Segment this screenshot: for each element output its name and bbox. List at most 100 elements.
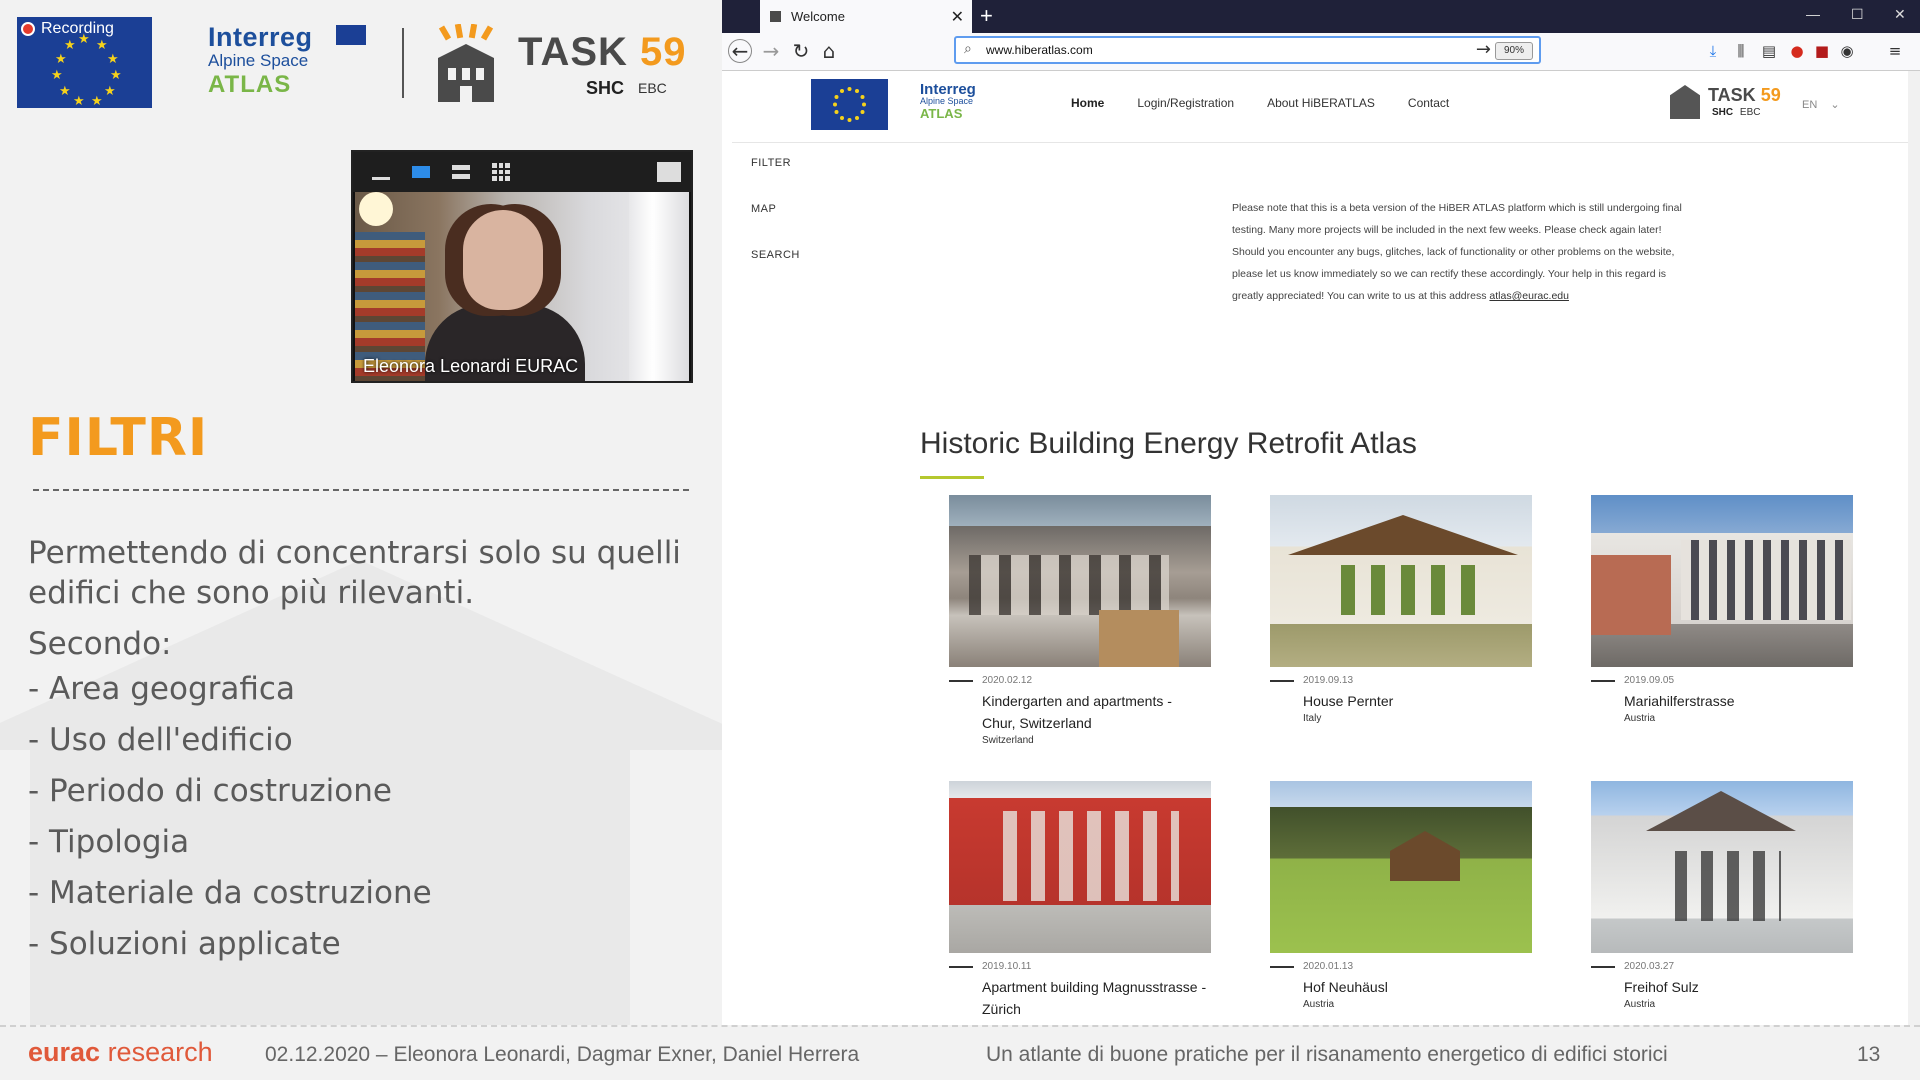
pdf-extension-icon[interactable]: ■ xyxy=(1813,42,1831,60)
gallery-view-button[interactable] xyxy=(489,162,513,182)
contact-email-link[interactable]: atlas@eurac.edu xyxy=(1489,290,1569,302)
menu-icon[interactable]: ≡ xyxy=(1886,42,1904,60)
language-selector[interactable]: EN ⌄ xyxy=(1802,98,1840,111)
site-task-label: TASK xyxy=(1708,85,1756,105)
url-bar[interactable]: ⌕ www.hiberatlas.com → 90% xyxy=(954,36,1541,64)
recording-indicator: Recording xyxy=(21,20,114,38)
tab-title: Welcome xyxy=(791,9,845,24)
project-title[interactable]: Freihof Sulz xyxy=(1624,976,1850,998)
project-country: Austria xyxy=(1624,713,1656,724)
web-page: Interreg Alpine Space ATLAS Home Login/R… xyxy=(722,71,1920,1025)
project-image[interactable] xyxy=(949,781,1211,953)
window-close-button[interactable]: ✕ xyxy=(1894,6,1906,23)
side-link-search[interactable]: SEARCH xyxy=(751,249,800,295)
slide-intro: Permettendo di concentrarsi solo su quel… xyxy=(28,535,681,611)
project-image[interactable] xyxy=(1591,495,1853,667)
popout-video-button[interactable] xyxy=(657,162,681,182)
project-date: 2019.09.13 xyxy=(1270,675,1532,686)
project-image[interactable] xyxy=(1270,495,1532,667)
side-link-filter[interactable]: FILTER xyxy=(751,157,800,203)
task-number: 59 xyxy=(640,30,687,74)
minimize-icon xyxy=(372,176,390,180)
project-date: 2019.10.11 xyxy=(949,961,1211,972)
site-task59-logo[interactable]: TASK 59 xyxy=(1708,85,1781,106)
side-link-map[interactable]: MAP xyxy=(751,203,800,249)
atlas-heading-underline xyxy=(920,476,984,479)
project-title[interactable]: House Pernter xyxy=(1303,690,1529,712)
downloads-icon[interactable]: ⤓ xyxy=(1704,42,1722,60)
side-menu: FILTER MAP SEARCH xyxy=(751,157,800,295)
go-arrow-icon[interactable]: → xyxy=(1476,39,1491,60)
task59-logo-text: TASK 59 xyxy=(518,30,687,75)
nav-about-link[interactable]: About HiBERATLAS xyxy=(1267,96,1375,110)
site-interreg-logo[interactable]: Interreg Alpine Space ATLAS xyxy=(920,81,976,121)
project-title[interactable]: Kindergarten and apartments - Chur, Swit… xyxy=(982,690,1208,734)
favicon-icon xyxy=(770,11,781,22)
project-card[interactable]: 2019.09.13 House Pernter Italy xyxy=(1270,495,1532,724)
site-task-number: 59 xyxy=(1760,85,1781,105)
video-call-window[interactable]: Eleonora Leonardi EURAC xyxy=(351,150,693,383)
interreg-eu-flag-icon xyxy=(336,25,366,45)
page-scrollbar[interactable] xyxy=(1908,71,1920,1025)
nav-contact-link[interactable]: Contact xyxy=(1408,96,1449,110)
project-date-text: 2020.02.12 xyxy=(982,675,1033,686)
project-title[interactable]: Mariahilferstrasse xyxy=(1624,690,1850,712)
site-eu-stars-icon xyxy=(833,87,866,122)
tab-welcome[interactable]: Welcome ✕ xyxy=(760,0,972,33)
project-date: 2020.01.13 xyxy=(1270,961,1532,972)
project-card[interactable]: 2019.09.05 Mariahilferstrasse Austria xyxy=(1591,495,1853,724)
site-navigation: Home Login/Registration About HiBERATLAS… xyxy=(1071,96,1482,110)
project-image[interactable] xyxy=(1591,781,1853,953)
eurac-logo-text: eurac xyxy=(28,1037,101,1067)
window-minimize-button[interactable]: — xyxy=(1806,6,1820,22)
project-card[interactable]: 2020.02.12 Kindergarten and apartments -… xyxy=(949,495,1211,746)
back-button[interactable]: ← xyxy=(728,39,752,63)
slide-page-number: 13 xyxy=(1857,1043,1881,1066)
logo-divider xyxy=(402,28,404,98)
eu-stars: ★ ★ ★ ★ ★ ★ ★ ★ ★ ★ ★ xyxy=(51,32,122,109)
project-title[interactable]: Apartment building Magnusstrasse - Züric… xyxy=(982,976,1208,1020)
library-icon[interactable]: ⫼ xyxy=(1732,42,1750,60)
project-card[interactable]: 2020.01.13 Hof Neuhäusl Austria xyxy=(1270,781,1532,1010)
shc-label: SHC xyxy=(586,78,625,98)
project-image[interactable] xyxy=(1270,781,1532,953)
new-tab-button[interactable]: + xyxy=(980,3,993,29)
project-image[interactable] xyxy=(949,495,1211,667)
nav-home-link[interactable]: Home xyxy=(1071,96,1104,110)
zoom-level-badge[interactable]: 90% xyxy=(1495,42,1533,60)
project-card[interactable]: 2020.03.27 Freihof Sulz Austria xyxy=(1591,781,1853,1010)
forward-button[interactable]: → xyxy=(759,39,783,63)
strip-view-icon xyxy=(452,165,470,179)
reload-button[interactable]: ↻ xyxy=(789,39,813,63)
slide-bullet: - Materiale da costruzione xyxy=(28,875,432,911)
search-icon: ⌕ xyxy=(964,41,972,57)
home-button[interactable]: ⌂ xyxy=(817,39,841,63)
slide-bullet: - Soluzioni applicate xyxy=(28,926,341,962)
project-title[interactable]: Hof Neuhäusl xyxy=(1303,976,1529,998)
opera-extension-icon[interactable]: ● xyxy=(1788,42,1806,60)
strip-view-button[interactable] xyxy=(449,162,473,182)
project-country: Austria xyxy=(1303,999,1335,1010)
ebc-logo: EBC xyxy=(638,80,667,96)
site-shc-label: SHC xyxy=(1712,107,1734,118)
nav-login-link[interactable]: Login/Registration xyxy=(1137,96,1234,110)
interreg-atlas: ATLAS xyxy=(208,71,292,98)
project-date: 2020.03.27 xyxy=(1591,961,1853,972)
slide-footer: eurac research 02.12.2020 – Eleonora Leo… xyxy=(0,1025,1920,1080)
account-icon[interactable]: ◉ xyxy=(1838,42,1856,60)
sidebar-icon[interactable]: ▤ xyxy=(1760,42,1778,60)
site-ebc-label: EBC xyxy=(1739,107,1761,118)
close-tab-icon[interactable]: ✕ xyxy=(951,7,964,27)
speaker-view-icon xyxy=(412,166,430,178)
single-speaker-view-button[interactable] xyxy=(409,162,433,182)
project-card[interactable]: 2019.10.11 Apartment building Magnusstra… xyxy=(949,781,1211,1021)
project-country: Italy xyxy=(1303,713,1322,724)
window-maximize-button[interactable]: ☐ xyxy=(1851,6,1864,23)
task-label: TASK xyxy=(518,30,628,74)
minimize-video-button[interactable] xyxy=(369,162,393,182)
shc-logo: SHC xyxy=(586,78,624,99)
interreg-logo: Interreg Alpine Space ATLAS xyxy=(208,22,373,102)
presentation-slide: ★ ★ ★ ★ ★ ★ ★ ★ ★ ★ ★ Recording Interreg… xyxy=(0,0,722,1025)
research-logo-text: research xyxy=(100,1037,213,1067)
project-date-text: 2019.09.13 xyxy=(1303,675,1354,686)
